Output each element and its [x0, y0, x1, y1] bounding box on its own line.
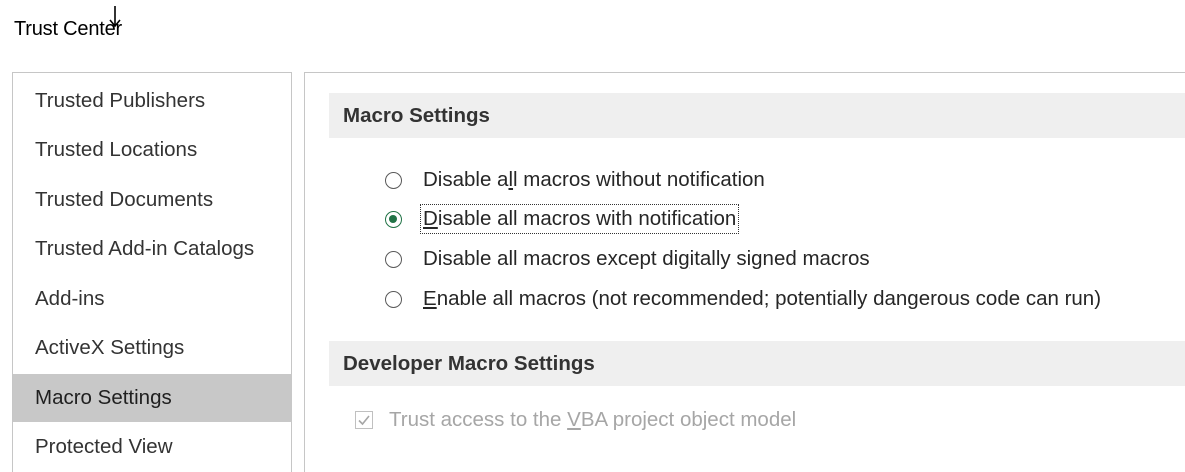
checkbox-checked-icon[interactable] [355, 411, 373, 429]
radio-disable-except-signed[interactable]: Disable all macros except digitally sign… [385, 242, 870, 276]
radio-disable-without-notification[interactable]: Disable all macros without notification [385, 163, 765, 197]
radio-button-icon[interactable] [385, 290, 402, 308]
trust-center-nav: Trusted Publishers Trusted Locations Tru… [12, 72, 292, 472]
nav-item-add-ins[interactable]: Add-ins [13, 275, 292, 323]
macro-settings-header: Macro Settings [329, 93, 1185, 138]
radio-label: Disable all macros without notification [423, 168, 765, 191]
nav-item-trusted-add-in-catalogs[interactable]: Trusted Add-in Catalogs [13, 225, 292, 273]
radio-enable-all-macros[interactable]: Enable all macros (not recommended; pote… [385, 282, 1101, 316]
radio-button-selected-icon[interactable] [385, 210, 402, 228]
radio-button-icon[interactable] [385, 171, 402, 189]
radio-label: Enable all macros (not recommended; pote… [423, 287, 1102, 310]
nav-item-trusted-documents[interactable]: Trusted Documents [13, 176, 292, 224]
macro-settings-pane: Macro Settings Disable all macros withou… [304, 72, 1185, 472]
nav-item-macro-settings[interactable]: Macro Settings [13, 374, 292, 422]
radio-disable-with-notification[interactable]: Disable all macros with notification [385, 202, 740, 236]
developer-macro-settings-header: Developer Macro Settings [329, 341, 1185, 386]
trust-center-title: Trust Center [14, 18, 123, 40]
checkbox-label: Trust access to the VBA project object m… [389, 408, 797, 431]
mouse-cursor-icon [109, 6, 121, 28]
trust-vba-checkbox-row[interactable]: Trust access to the VBA project object m… [355, 403, 796, 437]
radio-button-icon[interactable] [385, 250, 402, 268]
radio-label: Disable all macros except digitally sign… [423, 247, 870, 270]
nav-item-activex-settings[interactable]: ActiveX Settings [13, 324, 292, 372]
nav-item-trusted-publishers[interactable]: Trusted Publishers [13, 77, 292, 125]
nav-item-trusted-locations[interactable]: Trusted Locations [13, 126, 292, 174]
nav-item-protected-view[interactable]: Protected View [13, 423, 292, 471]
radio-label: Disable all macros with notification [419, 204, 740, 234]
